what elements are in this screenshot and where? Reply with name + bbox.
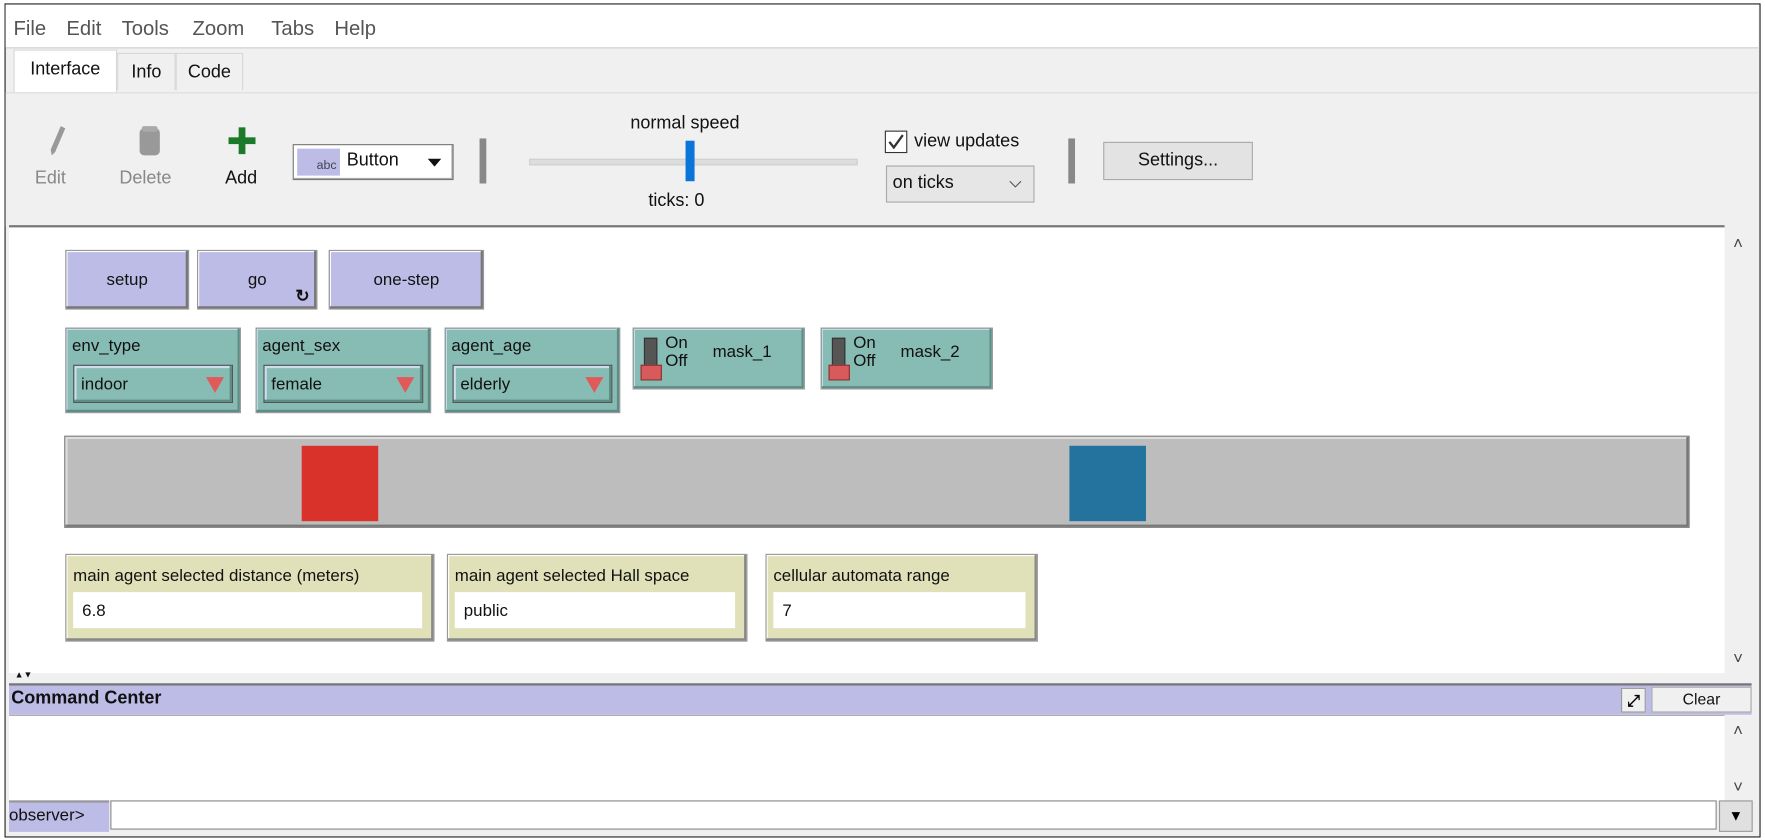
- speed-slider-thumb[interactable]: [685, 140, 695, 182]
- chooser-agent-sex[interactable]: agent_sex female: [255, 327, 432, 414]
- button-widget-icon: abc: [297, 148, 340, 176]
- menu-bar: File Edit Tools Zoom Tabs Help: [5, 4, 1759, 49]
- menu-file[interactable]: File: [14, 17, 47, 41]
- world-view[interactable]: [64, 435, 1690, 528]
- monitor-label: main agent selected Hall space: [454, 566, 690, 586]
- switch-mask-2[interactable]: On Off mask_2: [820, 327, 993, 390]
- monitor-value: 6.8: [82, 601, 106, 621]
- setup-label: setup: [106, 270, 148, 290]
- clear-button[interactable]: Clear: [1651, 686, 1752, 713]
- blue-patch: [1069, 445, 1146, 522]
- toolbar: Edit Delete Add abc Button normal speed …: [5, 92, 1759, 227]
- forever-icon: ↻: [295, 287, 310, 307]
- chooser-env-type[interactable]: env_type indoor: [65, 327, 241, 414]
- speed-label: normal speed: [630, 113, 740, 133]
- command-center-header: Command Center ⤢ Clear: [9, 683, 1752, 715]
- switch-on-label: On: [853, 333, 876, 353]
- plus-icon: [228, 127, 256, 155]
- monitor-hall-space: main agent selected Hall space public: [446, 553, 748, 642]
- dropdown-triangle-icon: [206, 377, 225, 393]
- splitter-arrows-icon[interactable]: ▲▼: [15, 670, 33, 680]
- trash-icon: [139, 126, 160, 156]
- tab-code[interactable]: Code: [175, 52, 244, 91]
- menu-tools[interactable]: Tools: [122, 17, 169, 41]
- interface-scrollbar[interactable]: ˄ ˅: [1724, 227, 1752, 674]
- widget-type-dropdown[interactable]: abc Button: [292, 144, 454, 181]
- update-mode-value: on ticks: [892, 173, 954, 193]
- widget-type-value: Button: [346, 150, 399, 170]
- chooser-value: elderly: [460, 374, 511, 394]
- monitor-value: public: [463, 601, 508, 621]
- pencil-icon: [50, 126, 66, 156]
- switch-mask-1[interactable]: On Off mask_1: [632, 327, 805, 390]
- monitor-label: main agent selected distance (meters): [73, 566, 360, 586]
- netlogo-window: File Edit Tools Zoom Tabs Help Interface…: [0, 0, 1765, 840]
- switch-name: mask_1: [712, 342, 772, 362]
- edit-label: Edit: [34, 168, 66, 188]
- toolbar-separator: [1068, 138, 1076, 184]
- scroll-up-icon[interactable]: ˄: [1725, 722, 1752, 741]
- tab-info[interactable]: Info: [117, 52, 176, 91]
- chevron-down-icon: [1009, 180, 1022, 188]
- chooser-agent-age[interactable]: agent_age elderly: [444, 327, 621, 414]
- menu-tabs[interactable]: Tabs: [271, 17, 314, 41]
- ticks-counter: ticks: 0: [648, 191, 705, 211]
- one-step-label: one-step: [373, 270, 440, 290]
- checkmark-icon: [888, 134, 904, 150]
- chooser-value: female: [271, 374, 322, 394]
- tab-interface[interactable]: Interface: [13, 49, 118, 93]
- dropdown-triangle-icon: [396, 377, 415, 393]
- view-updates-label: view updates: [914, 131, 1020, 151]
- settings-button[interactable]: Settings...: [1103, 141, 1253, 181]
- menu-zoom[interactable]: Zoom: [192, 17, 244, 41]
- menu-edit[interactable]: Edit: [66, 17, 101, 41]
- switch-knob[interactable]: [828, 364, 850, 381]
- chooser-label: agent_age: [451, 336, 532, 356]
- add-label: Add: [225, 168, 258, 188]
- scroll-up-icon[interactable]: ˄: [1725, 234, 1752, 253]
- switch-off-label: Off: [665, 351, 688, 371]
- setup-button[interactable]: setup: [65, 249, 190, 310]
- chooser-value: indoor: [81, 374, 128, 394]
- monitor-value: 7: [782, 601, 792, 621]
- go-button[interactable]: go ↻: [196, 249, 318, 310]
- red-patch: [301, 445, 379, 522]
- chooser-label: agent_sex: [262, 336, 341, 356]
- delete-label: Delete: [119, 168, 172, 188]
- command-center-title: Command Center: [11, 688, 162, 709]
- output-scrollbar[interactable]: ˄ ˅: [1724, 714, 1752, 800]
- view-updates-checkbox[interactable]: [884, 130, 908, 154]
- observer-prompt[interactable]: observer>: [9, 800, 110, 832]
- scroll-down-icon[interactable]: ˅: [1725, 650, 1752, 669]
- command-input[interactable]: [110, 800, 1717, 830]
- switch-on-label: On: [665, 333, 688, 353]
- dropdown-triangle-icon: [585, 377, 604, 393]
- go-label: go: [247, 270, 267, 290]
- monitor-ca-range: cellular automata range 7: [765, 553, 1038, 642]
- update-mode-select[interactable]: on ticks: [885, 165, 1035, 203]
- scroll-down-icon[interactable]: ˅: [1725, 778, 1752, 797]
- command-output: [9, 714, 1725, 801]
- switch-name: mask_2: [900, 342, 960, 362]
- history-dropdown-icon[interactable]: ▼: [1718, 800, 1753, 832]
- monitor-label: cellular automata range: [773, 566, 950, 586]
- chevron-down-icon: [427, 158, 442, 167]
- splitter[interactable]: ▲▼: [9, 670, 1752, 683]
- one-step-button[interactable]: one-step: [328, 249, 485, 310]
- monitor-distance: main agent selected distance (meters) 6.…: [65, 553, 435, 642]
- menu-help[interactable]: Help: [334, 17, 376, 41]
- chooser-label: env_type: [72, 336, 141, 356]
- switch-knob[interactable]: [640, 364, 662, 381]
- expand-icon[interactable]: ⤢: [1621, 687, 1646, 713]
- switch-off-label: Off: [853, 351, 876, 371]
- toolbar-separator: [479, 138, 487, 184]
